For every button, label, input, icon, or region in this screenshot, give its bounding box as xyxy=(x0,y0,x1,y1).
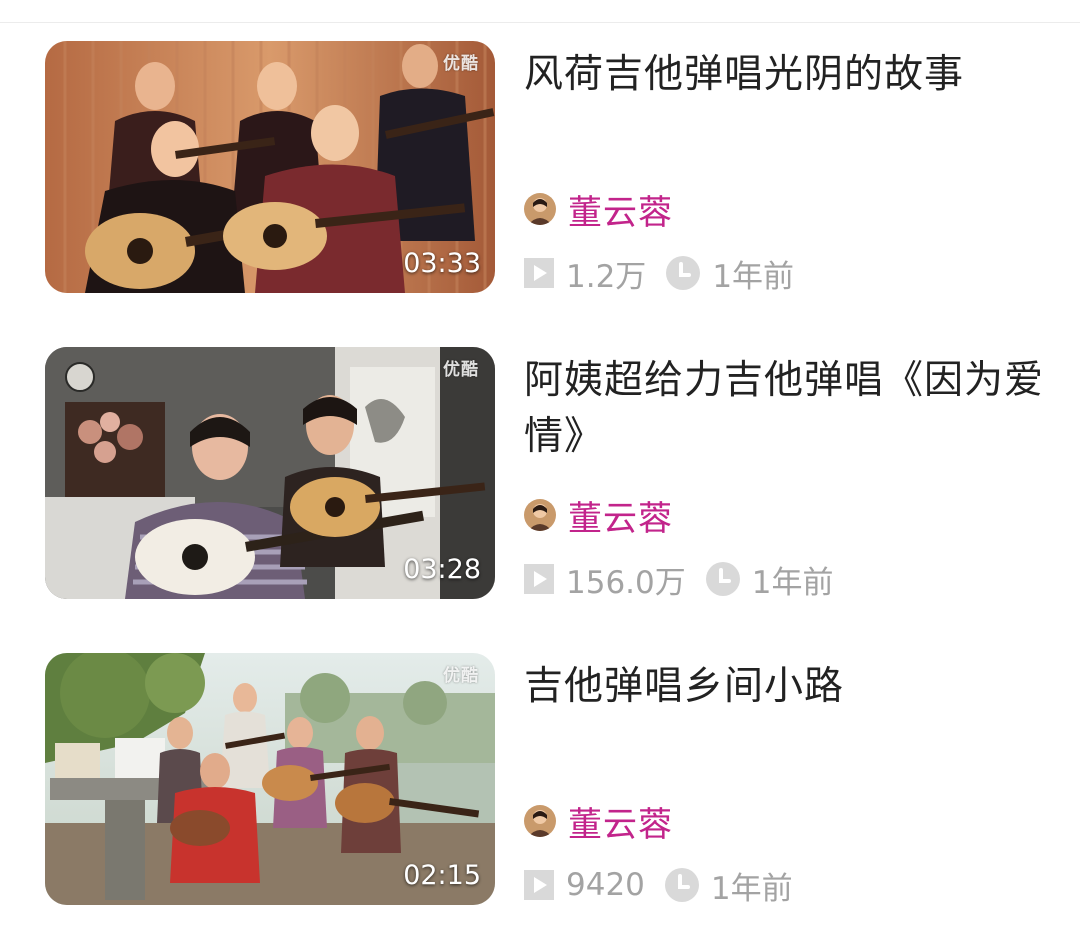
video-thumbnail[interactable]: 优酷 02:15 xyxy=(45,653,495,905)
video-watermark: 优酷 xyxy=(443,666,479,686)
upload-time: 1年前 xyxy=(751,564,834,601)
video-duration: 02:15 xyxy=(403,860,481,891)
meta-row: 9420 1年前 xyxy=(524,865,793,907)
video-duration: 03:33 xyxy=(403,248,481,279)
video-item-3[interactable]: 优酷 02:15 吉他弹唱乡间小路 董云蓉 9420 1年前 xyxy=(0,653,1080,907)
author-name[interactable]: 董云蓉 xyxy=(568,185,673,234)
author-row[interactable]: 董云蓉 xyxy=(524,495,673,539)
video-list: 优酷 03:33 风荷吉他弹唱光阴的故事 董云蓉 1.2万 1年前 优酷 03:… xyxy=(0,0,1080,930)
play-icon xyxy=(524,258,554,288)
upload-time: 1年前 xyxy=(712,258,795,295)
video-watermark: 优酷 xyxy=(443,54,479,74)
author-name[interactable]: 董云蓉 xyxy=(568,797,673,846)
video-watermark: 优酷 xyxy=(443,360,479,380)
author-avatar[interactable] xyxy=(524,499,556,531)
clock-icon xyxy=(664,868,699,902)
avatar-icon xyxy=(524,499,556,531)
video-thumbnail[interactable]: 优酷 03:33 xyxy=(45,41,495,293)
video-thumbnail[interactable]: 优酷 03:28 xyxy=(45,347,495,599)
author-name[interactable]: 董云蓉 xyxy=(568,491,673,540)
video-title[interactable]: 吉他弹唱乡间小路 xyxy=(524,659,1044,715)
upload-time: 1年前 xyxy=(710,870,793,907)
avatar-icon xyxy=(524,805,556,837)
avatar-icon xyxy=(524,193,556,225)
clock-icon xyxy=(705,562,740,596)
meta-row: 1.2万 1年前 xyxy=(524,253,795,295)
video-duration: 03:28 xyxy=(403,554,481,585)
author-avatar[interactable] xyxy=(524,193,556,225)
video-title[interactable]: 阿姨超给力吉他弹唱《因为爱情》 xyxy=(524,353,1044,465)
play-icon xyxy=(524,870,554,900)
video-item-2[interactable]: 优酷 03:28 阿姨超给力吉他弹唱《因为爱情》 董云蓉 156.0万 1年前 xyxy=(0,347,1080,601)
author-row[interactable]: 董云蓉 xyxy=(524,801,673,845)
view-count: 156.0万 xyxy=(566,564,686,601)
view-count: 9420 xyxy=(566,867,645,903)
author-avatar[interactable] xyxy=(524,805,556,837)
meta-row: 156.0万 1年前 xyxy=(524,559,834,601)
author-row[interactable]: 董云蓉 xyxy=(524,189,673,233)
clock-icon xyxy=(666,256,701,290)
view-count: 1.2万 xyxy=(566,258,647,295)
video-item-1[interactable]: 优酷 03:33 风荷吉他弹唱光阴的故事 董云蓉 1.2万 1年前 xyxy=(0,41,1080,295)
play-icon xyxy=(524,564,554,594)
video-title[interactable]: 风荷吉他弹唱光阴的故事 xyxy=(524,47,1044,103)
